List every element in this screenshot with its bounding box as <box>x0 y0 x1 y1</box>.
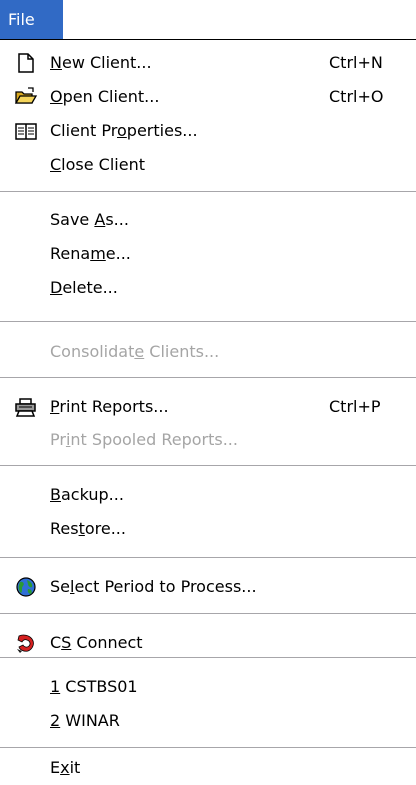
menu-item-recent-file-2[interactable]: 2 WINAR <box>0 706 416 736</box>
menu-item-label: Open Client... <box>50 87 160 106</box>
menu-item-select-period[interactable]: Select Period to Process... <box>0 572 416 602</box>
menu-item-label: Exit <box>50 758 81 777</box>
menu-item-label: Client Properties... <box>50 121 198 140</box>
menu-item-label: Backup... <box>50 485 124 504</box>
menu-item-print-reports[interactable]: Print Reports... Ctrl+P <box>0 392 416 422</box>
menu-item-close-client[interactable]: Close Client <box>0 150 416 180</box>
menu-item-label: CS Connect <box>50 633 143 652</box>
menu-separator <box>0 465 416 466</box>
menu-item-label: 2 WINAR <box>50 711 120 730</box>
menu-item-label: New Client... <box>50 53 152 72</box>
menu-item-label: Rename... <box>50 244 131 263</box>
menu-item-consolidate-clients: Consolidate Clients... <box>0 337 416 367</box>
menu-item-new-client[interactable]: New Client... Ctrl+N <box>0 48 416 78</box>
shortcut-label: Ctrl+P <box>329 397 381 416</box>
menu-item-save-as[interactable]: Save As... <box>0 205 416 235</box>
menu-item-label: Close Client <box>50 155 145 174</box>
shortcut-label: Ctrl+O <box>329 87 384 106</box>
menu-separator <box>0 657 416 658</box>
menu-item-recent-file-1[interactable]: 1 CSTBS01 <box>0 672 416 702</box>
menu-item-label: Print Spooled Reports... <box>50 430 238 449</box>
file-menu-button[interactable]: File <box>0 0 63 39</box>
file-menu-dropdown: New Client... Ctrl+N Open Client... Ctrl… <box>0 40 416 785</box>
book-icon <box>15 123 37 140</box>
menu-separator <box>0 321 416 322</box>
shortcut-label: Ctrl+N <box>329 53 383 72</box>
menu-item-label: Consolidate Clients... <box>50 342 220 361</box>
menu-item-label: Save As... <box>50 210 129 229</box>
menu-item-label: Restore... <box>50 519 126 538</box>
menu-item-restore[interactable]: Restore... <box>0 514 416 544</box>
menu-item-client-properties[interactable]: Client Properties... <box>0 116 416 146</box>
menu-item-print-spooled-reports: Print Spooled Reports... <box>0 425 416 455</box>
new-document-icon <box>18 53 34 73</box>
cs-connect-icon <box>17 634 34 653</box>
open-folder-icon <box>14 87 38 104</box>
menu-item-cs-connect[interactable]: CS Connect <box>0 628 416 658</box>
menu-item-delete[interactable]: Delete... <box>0 273 416 303</box>
menu-item-backup[interactable]: Backup... <box>0 480 416 510</box>
printer-icon <box>15 398 36 417</box>
menu-item-open-client[interactable]: Open Client... Ctrl+O <box>0 82 416 112</box>
menu-bar: File <box>0 0 416 40</box>
menu-separator <box>0 613 416 614</box>
menu-item-exit[interactable]: Exit <box>0 753 416 783</box>
menu-item-rename[interactable]: Rename... <box>0 239 416 269</box>
menu-separator <box>0 377 416 378</box>
menu-item-label: Select Period to Process... <box>50 577 257 596</box>
menu-separator <box>0 191 416 192</box>
globe-icon <box>16 577 36 597</box>
menu-item-label: Print Reports... <box>50 397 169 416</box>
menu-separator <box>0 557 416 558</box>
menu-item-label: Delete... <box>50 278 118 297</box>
menu-separator <box>0 747 416 748</box>
menu-item-label: 1 CSTBS01 <box>50 677 138 696</box>
